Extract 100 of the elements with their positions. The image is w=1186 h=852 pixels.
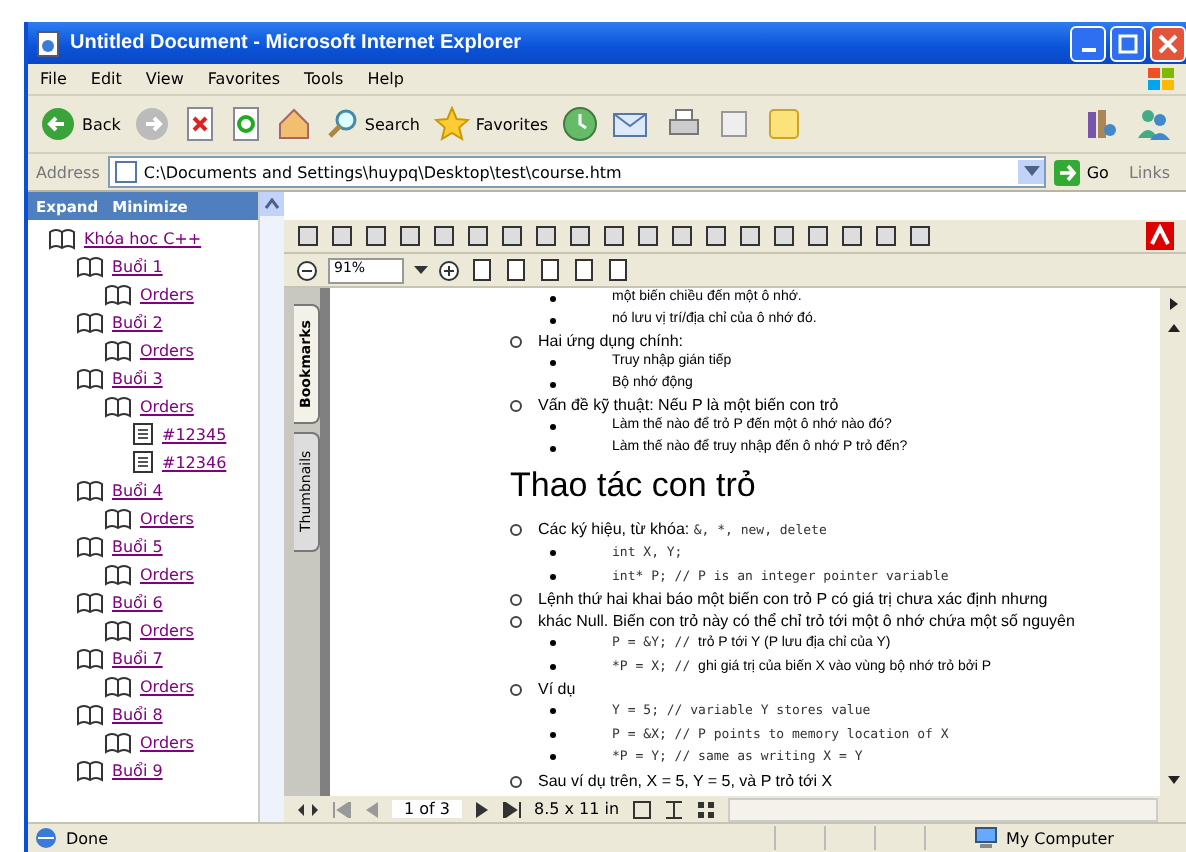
history-icon[interactable]	[562, 106, 599, 142]
tree-link[interactable]: Buổi 1	[112, 257, 163, 275]
zoom-in-icon[interactable]	[438, 259, 460, 281]
dropdown-icon[interactable]	[414, 265, 428, 275]
search-button[interactable]: Search	[326, 108, 420, 140]
bullet-icon	[550, 424, 556, 430]
bullet-icon	[510, 400, 522, 412]
stop-icon[interactable]	[184, 106, 217, 142]
computer-icon	[974, 826, 998, 850]
document-icon	[132, 422, 154, 446]
bullet-icon	[550, 573, 556, 579]
page-number-field[interactable]: 1 of 3	[392, 800, 462, 818]
document-icon	[132, 450, 154, 474]
tree-link[interactable]: Buổi 2	[112, 313, 163, 331]
tree-link[interactable]: Buổi 6	[112, 593, 163, 611]
address-field[interactable]: C:\Documents and Settings\huypq\Desktop\test\course.htm	[107, 156, 1047, 188]
go-button[interactable]: Go	[1054, 159, 1121, 185]
book-icon	[76, 591, 104, 613]
ie-icon	[34, 826, 58, 850]
book-icon	[104, 395, 132, 417]
tree-link[interactable]: Orders	[140, 621, 194, 639]
books-icon[interactable]	[1084, 106, 1120, 142]
favorites-button[interactable]: Favorites	[433, 106, 549, 142]
menu-item[interactable]: View	[145, 70, 184, 88]
tree-link[interactable]: #12345	[162, 425, 227, 443]
continuous-icon[interactable]	[663, 799, 684, 819]
bullet-icon	[510, 775, 522, 787]
expand-icon[interactable]	[1165, 296, 1181, 312]
tree-link[interactable]: Orders	[140, 397, 194, 415]
minimize-icon	[1081, 47, 1095, 51]
scrollbar[interactable]	[1160, 288, 1186, 796]
bullet-icon	[550, 381, 556, 387]
maximize-button[interactable]	[1110, 25, 1146, 61]
zoom-out-icon[interactable]	[296, 259, 318, 281]
menu-item[interactable]: Edit	[90, 70, 122, 88]
tree-link[interactable]: Orders	[140, 285, 194, 303]
back-icon	[40, 106, 76, 142]
tree-link[interactable]: Buổi 5	[112, 537, 163, 555]
bullet-icon	[550, 550, 556, 556]
menu-item[interactable]: Tools	[304, 70, 344, 88]
tree-link[interactable]: Buổi 9	[112, 761, 163, 779]
bullet-icon	[550, 296, 556, 302]
list-item-text: Hai ứng dụng chính:	[538, 330, 684, 352]
tree-link[interactable]: Orders	[140, 341, 194, 359]
book-icon	[104, 731, 132, 753]
bullet-icon	[510, 616, 522, 628]
facing-pages-icon[interactable]	[695, 799, 716, 819]
tree-link[interactable]: Orders	[140, 733, 194, 751]
bullet-icon	[550, 360, 556, 366]
close-icon	[1158, 33, 1178, 53]
bullet-icon	[550, 663, 556, 669]
book-icon	[76, 759, 104, 781]
menu-item[interactable]: Help	[367, 70, 404, 88]
bullet-icon	[510, 524, 522, 536]
book-icon	[76, 367, 104, 389]
tree-link[interactable]: Orders	[140, 677, 194, 695]
windows-logo-icon	[1146, 65, 1178, 93]
star-icon	[433, 106, 470, 142]
tree-link[interactable]: Khóa hoc C++	[84, 229, 202, 247]
minimize-button[interactable]	[1070, 25, 1106, 61]
tree-link[interactable]: Buổi 7	[112, 649, 163, 667]
book-icon	[104, 619, 132, 641]
tree-link[interactable]: Buổi 8	[112, 705, 163, 723]
book-icon	[76, 647, 104, 669]
menu-item[interactable]: File	[40, 70, 67, 88]
tree-link[interactable]: Orders	[140, 509, 194, 527]
arrow-icon	[1054, 159, 1081, 185]
heading: Thao tác con trỏ	[510, 464, 756, 508]
bullet-icon	[510, 594, 522, 606]
book-icon	[104, 339, 132, 361]
scrollbar[interactable]	[258, 192, 284, 822]
scrollbar[interactable]	[727, 797, 1158, 821]
scroll-down-icon[interactable]	[1165, 772, 1181, 788]
tree-link[interactable]: #12346	[162, 453, 227, 471]
single-page-icon[interactable]	[631, 799, 652, 819]
list-item-text: Sau ví dụ trên, X = 5, Y = 5, và P trỏ tới X	[538, 769, 833, 791]
back-button[interactable]: Back	[40, 106, 121, 142]
adobe-logo-icon	[1146, 222, 1174, 250]
status-text: Done	[66, 829, 109, 847]
book-icon	[76, 479, 104, 501]
list-item-text: Lệnh thứ hai khai báo một biến con trỏ P có giá trị chưa xác định nhưng	[538, 588, 1048, 610]
home-icon[interactable]	[276, 106, 313, 142]
menu-item[interactable]: Favorites	[207, 70, 281, 88]
people-icon[interactable]	[1134, 106, 1174, 142]
bullet-icon	[550, 445, 556, 451]
close-button[interactable]	[1150, 25, 1186, 61]
window-title: Untitled Document - Microsoft Internet Explorer	[70, 32, 524, 54]
tree-link[interactable]: Buổi 3	[112, 369, 163, 387]
refresh-icon[interactable]	[230, 106, 263, 142]
book-icon	[76, 311, 104, 333]
scroll-up-icon[interactable]	[1165, 320, 1181, 336]
book-icon	[104, 675, 132, 697]
tree-link[interactable]: Buổi 4	[112, 481, 163, 499]
page-size-label: 8.5 x 11 in	[533, 800, 620, 818]
bullet-icon	[550, 708, 556, 714]
bullet-icon	[510, 336, 522, 348]
book-icon	[76, 535, 104, 557]
tree-link[interactable]: Orders	[140, 565, 194, 583]
list-item-text: Ví dụ	[538, 678, 576, 700]
links-button[interactable]: Links	[1128, 163, 1178, 181]
